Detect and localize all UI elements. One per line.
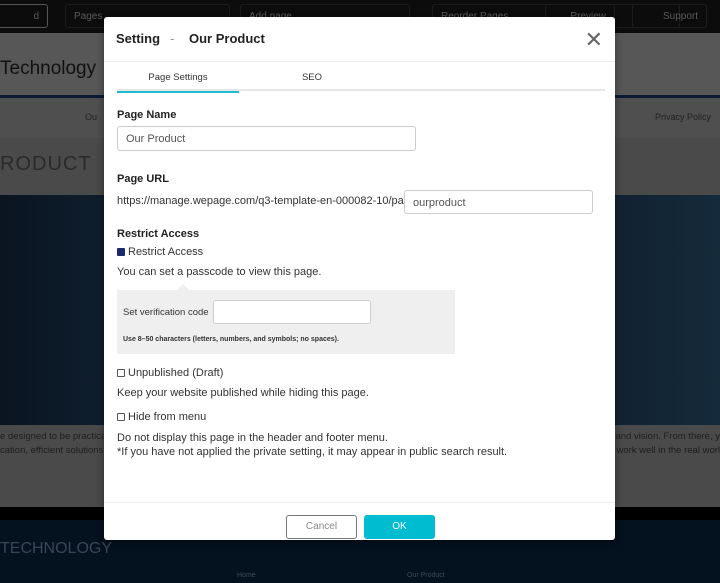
unpublished-checkbox[interactable]: Unpublished (Draft) — [117, 367, 223, 379]
url-slug-input[interactable]: ourproduct — [404, 190, 593, 214]
close-icon[interactable]: ✕ — [585, 27, 603, 53]
footer-link-home[interactable]: Home — [237, 572, 256, 579]
search-note: *If you have not applied the private set… — [117, 446, 508, 458]
dialog-title: Setting — [116, 31, 161, 46]
restrict-access-label: Restrict Access — [128, 246, 204, 258]
unpublished-desc: Keep your website published while hiding… — [117, 387, 369, 399]
verify-label: Set verification code — [123, 307, 209, 318]
tab-bar: Page Settings SEO — [117, 69, 605, 93]
checkbox-checked-icon[interactable] — [117, 248, 125, 256]
settings-dialog: Setting - Our Product ✕ Page Settings SE… — [104, 17, 615, 540]
restrict-access-checkbox[interactable]: Restrict Access — [117, 246, 203, 258]
toolbar-button[interactable]: d — [0, 4, 48, 28]
cancel-button[interactable]: Cancel — [286, 515, 357, 539]
tab-seo[interactable]: SEO — [247, 72, 377, 93]
hide-menu-label: Hide from menu — [128, 411, 207, 423]
page-heading: RODUCT — [0, 153, 92, 175]
restrict-desc: You can set a passcode to view this page… — [117, 266, 322, 278]
checkbox-icon[interactable] — [117, 413, 125, 421]
text-left-1: e designed to be practical — [0, 431, 109, 442]
support-button[interactable]: Support — [632, 4, 707, 28]
text-right-2: d work well in the real worl — [608, 445, 720, 456]
text-left-2: cation, efficient solutions, a — [0, 445, 114, 456]
footer-logo: TECHNOLOGY — [0, 540, 113, 557]
tab-page-settings[interactable]: Page Settings — [117, 72, 239, 93]
dialog-page-name: Our Product — [189, 31, 265, 46]
hide-menu-checkbox[interactable]: Hide from menu — [117, 411, 206, 423]
title-separator: - — [170, 31, 175, 46]
dialog-footer-divider — [104, 502, 615, 503]
checkbox-icon[interactable] — [117, 369, 125, 377]
site-logo: Technology — [0, 58, 97, 79]
page-url-label: Page URL — [117, 173, 169, 185]
verification-code-input[interactable] — [213, 300, 371, 324]
dialog-header: Setting - Our Product ✕ — [104, 17, 615, 62]
nav-link[interactable]: Ou — [85, 112, 97, 122]
verification-panel: Set verification code Use 8–50 character… — [117, 284, 455, 354]
verify-hint: Use 8–50 characters (letters, numbers, a… — [123, 336, 339, 343]
page-name-input[interactable]: Our Product — [117, 126, 416, 151]
page-name-label: Page Name — [117, 109, 177, 121]
restrict-heading: Restrict Access — [117, 228, 200, 240]
text-right-1: , and vision. From there, y — [610, 431, 720, 442]
unpublished-label: Unpublished (Draft) — [128, 367, 224, 379]
hide-menu-desc: Do not display this page in the header a… — [117, 432, 388, 444]
footer-link-product[interactable]: Our Product — [407, 572, 445, 579]
ok-button[interactable]: OK — [364, 515, 435, 539]
url-prefix: https://manage.wepage.com/q3-template-en… — [117, 195, 425, 207]
nav-link-privacy[interactable]: Privacy Policy — [655, 112, 711, 122]
